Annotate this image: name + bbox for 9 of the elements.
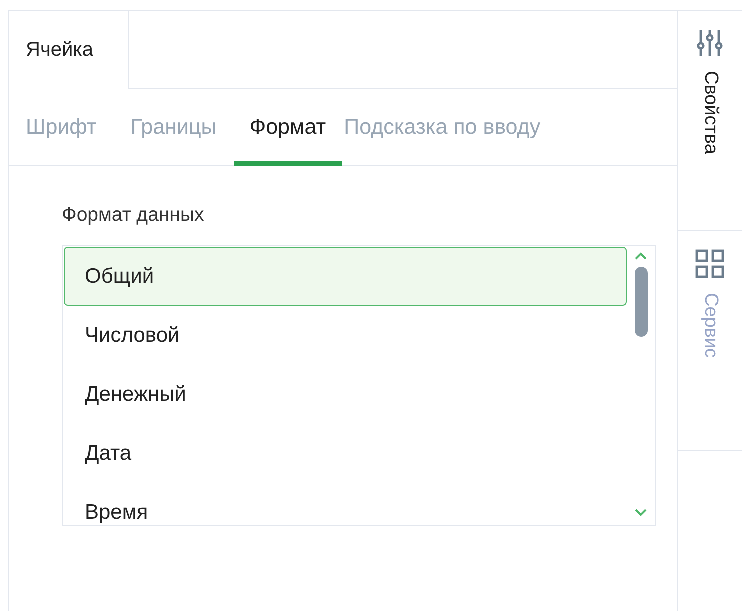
field-label: Формат данных <box>62 203 206 228</box>
format-listbox[interactable]: Общий Числовой Денежный Дата Время <box>62 245 656 526</box>
scroll-down-icon[interactable] <box>634 508 648 518</box>
scrollbar-thumb[interactable] <box>634 267 648 338</box>
grid-icon <box>695 249 725 279</box>
subtab[interactable]: Формат <box>234 89 342 165</box>
scroll-up-icon[interactable] <box>634 252 648 262</box>
sliders-icon <box>697 29 723 57</box>
list-option[interactable]: Общий <box>64 247 627 306</box>
